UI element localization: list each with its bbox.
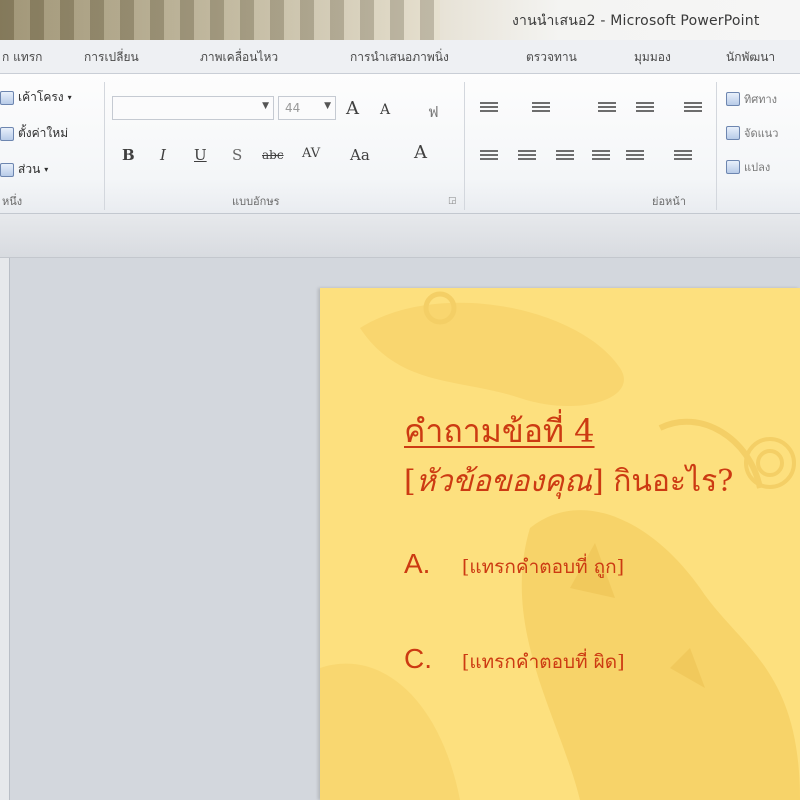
shrink-font-button[interactable]: A	[380, 102, 390, 118]
font-name-combo[interactable]: ▼	[112, 96, 274, 120]
workspace-header-strip	[0, 214, 800, 258]
reset-icon	[0, 126, 14, 141]
font-color-button[interactable]: A	[414, 142, 427, 163]
align-right-icon[interactable]	[556, 148, 574, 164]
numbering-icon[interactable]	[532, 100, 550, 116]
tab-animations[interactable]: ภาพเคลื่อนไหว	[200, 48, 278, 67]
chevron-down-icon: ▾	[67, 93, 72, 102]
align-text-button[interactable]: จัดแนว	[726, 124, 778, 142]
font-dialog-launcher-icon[interactable]: ◲	[448, 196, 457, 206]
answer-a-letter: A.	[404, 548, 431, 579]
tab-developer[interactable]: นักพัฒนา	[726, 48, 775, 67]
group-divider	[104, 82, 105, 210]
convert-smartart-button[interactable]: แปลง	[726, 158, 770, 176]
increase-indent-icon[interactable]	[636, 100, 654, 116]
clear-formatting-button[interactable]: ฟ	[428, 100, 439, 124]
font-size-combo[interactable]: 44 ▼	[278, 96, 336, 120]
group-divider	[716, 82, 717, 210]
slides-group-label: หนึ่ง	[2, 195, 23, 208]
shadow-button[interactable]: S	[232, 146, 242, 164]
bracket-close: ]	[591, 464, 604, 499]
underline-button[interactable]: U	[194, 146, 207, 164]
paragraph-group-label: ย่อหน้า	[652, 195, 686, 208]
tab-transitions[interactable]: การเปลี่ยน	[84, 48, 139, 67]
question-suffix: กินอะไร?	[603, 464, 734, 499]
window-title: งานนำเสนอ2 - Microsoft PowerPoint	[512, 13, 760, 29]
strikethrough-button[interactable]: abc	[262, 148, 284, 162]
align-left-icon[interactable]	[480, 148, 498, 164]
justify-icon[interactable]	[592, 148, 610, 164]
layout-label: เค้าโครง	[18, 90, 64, 104]
text-direction-button[interactable]: ทิศทาง	[726, 90, 777, 108]
bullets-icon[interactable]	[480, 100, 498, 116]
answer-c-text[interactable]: [แทรกคำตอบที่ ผิด]	[462, 647, 625, 677]
distributed-icon[interactable]	[626, 148, 644, 164]
question-placeholder: หัวข้อของคุณ	[415, 464, 592, 499]
title-bar: งานนำเสนอ2 - Microsoft PowerPoint	[0, 0, 800, 40]
columns-icon[interactable]	[674, 148, 692, 164]
tab-view[interactable]: มุมมอง	[634, 48, 671, 67]
title-bar-blurred-area	[0, 0, 440, 40]
align-text-icon	[726, 126, 740, 140]
tab-review[interactable]: ตรวจทาน	[526, 48, 577, 67]
align-center-icon[interactable]	[518, 148, 536, 164]
slide-background-artwork	[320, 291, 800, 800]
answer-a-text[interactable]: [แทรกคำตอบที่ ถูก]	[462, 552, 624, 582]
ribbon: เค้าโครง ▾ ตั้งค่าใหม่ ส่วน ▾ หนึ่ง ▼ 44…	[0, 74, 800, 214]
change-case-button[interactable]: Aa	[350, 146, 370, 164]
font-group-label: แบบอักษร	[232, 195, 280, 208]
character-spacing-button[interactable]: AV	[302, 146, 320, 161]
section-button[interactable]: ส่วน ▾	[0, 160, 48, 179]
text-direction-icon	[726, 92, 740, 106]
font-size-value: 44	[285, 101, 301, 115]
tab-slide-show[interactable]: การนำเสนอภาพนิ่ง	[350, 48, 449, 67]
slide-title[interactable]: คำถามข้อที่ 4	[404, 406, 595, 457]
ribbon-tab-row: ก แทรก การเปลี่ยน ภาพเคลื่อนไหว การนำเสน…	[0, 40, 800, 74]
layout-icon	[0, 90, 14, 105]
section-icon	[0, 162, 14, 177]
grow-font-button[interactable]: A	[346, 98, 359, 119]
section-label: ส่วน	[18, 162, 41, 176]
chevron-down-icon: ▾	[44, 165, 49, 174]
bracket-open: [	[404, 464, 416, 499]
align-text-label: จัดแนว	[744, 127, 779, 140]
line-spacing-icon[interactable]	[684, 100, 702, 116]
workspace: คำถามข้อที่ 4 [หัวข้อของคุณ] กินอะไร? A.…	[0, 214, 800, 800]
layout-button[interactable]: เค้าโครง ▾	[0, 88, 72, 107]
convert-smartart-icon	[726, 160, 740, 174]
decrease-indent-icon[interactable]	[598, 100, 616, 116]
group-divider	[464, 82, 465, 210]
chevron-down-icon: ▼	[324, 101, 331, 111]
tab-insert[interactable]: ก แทรก	[2, 48, 42, 67]
slide-canvas[interactable]: คำถามข้อที่ 4 [หัวข้อของคุณ] กินอะไร? A.…	[320, 288, 800, 800]
italic-button[interactable]: I	[160, 146, 166, 164]
convert-smartart-label: แปลง	[744, 161, 771, 174]
chevron-down-icon: ▼	[262, 101, 269, 111]
text-direction-label: ทิศทาง	[744, 93, 778, 106]
question-text[interactable]: [หัวข้อของคุณ] กินอะไร?	[404, 458, 733, 505]
reset-button[interactable]: ตั้งค่าใหม่	[0, 124, 68, 143]
reset-label: ตั้งค่าใหม่	[18, 126, 69, 140]
slide-thumbnail-pane-edge[interactable]	[0, 258, 10, 800]
bold-button[interactable]: B	[122, 146, 135, 164]
answer-c-letter: C.	[404, 643, 432, 674]
